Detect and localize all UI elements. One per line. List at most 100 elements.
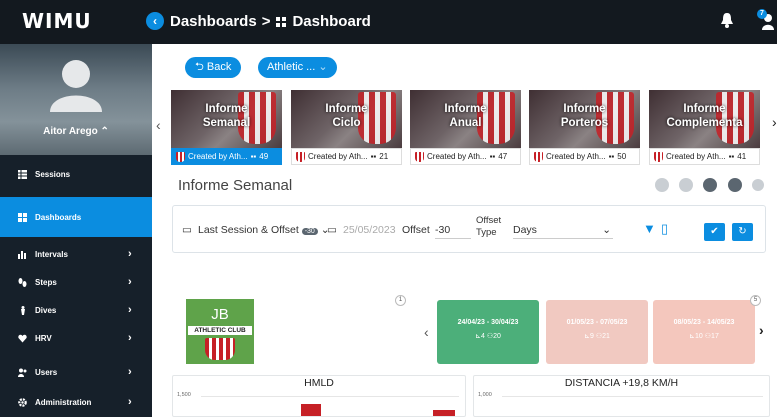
notifications-button[interactable]: 7 [754,9,774,30]
date-icon: ▭ [327,224,337,236]
sidebar-item-hrv[interactable]: HRV › [0,328,152,348]
sidebar-item-sessions[interactable]: Sessions [0,162,152,186]
chevron-down-icon: ⌄ [318,61,328,73]
table-icon [18,169,27,179]
club-crest-icon [534,151,543,162]
team-marker: 1 [395,295,406,306]
steps-icon [18,277,27,287]
date-field[interactable]: 25/05/2023 [343,224,396,236]
filter-bar: ▭ Last Session & Offset -30 ⌄ ▭ 25/05/20… [172,205,766,253]
team-logo-card[interactable]: JB ATHLETIC CLUB [186,299,254,364]
breadcrumb-current: Dashboard [292,13,371,30]
week-card[interactable]: 24/04/23 - 30/04/23 ⊾4 ⚇20 [437,300,539,364]
team-abbreviation: JB [211,306,229,323]
chevron-right-icon: › [128,276,132,288]
weeks-next-button[interactable]: › [759,322,764,338]
sidebar-item-label: Intervals [35,249,68,259]
sidebar-item-dashboards[interactable]: Dashboards [0,197,152,237]
settings-icon[interactable] [679,178,693,192]
refresh-button[interactable]: ↻ [732,223,753,241]
team-selector[interactable]: Athletic ... ⌄ [258,57,337,78]
sidebar-item-label: Users [35,367,58,377]
week-card[interactable]: 01/05/23 - 07/05/23 ⊾9 ⚇21 [546,300,648,364]
week-stats: ⊾9 ⚇21 [584,333,610,340]
sidebar-item-label: HRV [35,333,52,343]
sidebar-item-label: Dashboards [35,212,82,222]
chevron-right-icon: › [128,304,132,316]
carousel-prev-button[interactable]: ‹ [156,117,161,133]
dashboard-card-informe-ciclo[interactable]: Informe Ciclo Created by Ath... ▪▪ 21 [291,90,402,165]
share-icon[interactable] [655,178,669,192]
card-footer: Created by Ath... ▪▪ 50 [529,148,640,165]
offset-type-label: Offset Type [476,215,502,238]
club-crest-icon [205,338,235,360]
sidebar-item-dives[interactable]: Dives › [0,300,152,320]
sidebar-item-steps[interactable]: Steps › [0,272,152,292]
calendar-icon: ▭ [182,224,192,236]
carousel-next-button[interactable]: › [772,114,777,130]
card-title: Informe Anual [444,103,487,129]
club-crest-icon [415,151,424,162]
collapse-sidebar-button[interactable]: ‹ [146,12,164,30]
offset-type-select[interactable]: Days ⌄ [513,224,613,239]
page-title: Informe Semanal [178,177,293,194]
weeks-marker: 5 [750,295,761,306]
pdf-icon[interactable]: ▯ [661,221,668,237]
chevron-right-icon: › [128,248,132,260]
card-title: Informe Semanal [202,103,251,129]
chart-bar [433,410,455,416]
breadcrumb-separator: > [261,13,271,30]
layout-icon[interactable] [703,178,717,192]
sidebar-item-label: Dives [35,305,57,315]
sidebar-item-administration[interactable]: Administration › [0,392,152,412]
bell-icon[interactable] [720,12,734,28]
week-range: 24/04/23 - 30/04/23 [457,319,519,326]
card-title: Informe Porteros [560,103,609,129]
main-content: ⮌ Back Athletic ... ⌄ ‹ Informe Semanal C… [152,44,777,417]
dashboard-card-informe-semanal[interactable]: Informe Semanal Created by Ath... ▪▪ 49 [171,90,282,165]
chart-title: DISTANCIA +19,8 KM/H [564,377,679,389]
dashboard-card-informe-anual[interactable]: Informe Anual Created by Ath... ▪▪ 47 [410,90,521,165]
card-footer: Created by Ath... ▪▪ 41 [649,148,760,165]
breadcrumb: Dashboards > Dashboard [170,13,371,30]
week-card[interactable]: 08/05/23 - 14/05/23 ⊾10 ⚇17 [653,300,755,364]
user-profile-panel[interactable]: Aitor Arego ⌃ [0,44,152,155]
filter-icon[interactable]: ▼ [643,221,656,236]
user-name[interactable]: Aitor Arego ⌃ [0,126,152,137]
sidebar-item-label: Sessions [35,169,71,179]
chart-panel-hmld: HMLD 1,500 [172,375,466,417]
y-tick-label: 1,000 [478,392,492,398]
breadcrumb-dashboards[interactable]: Dashboards [170,13,257,30]
chart-bar [301,404,321,416]
sidebar-item-intervals[interactable]: Intervals › [0,244,152,264]
notification-count-badge: 7 [757,9,767,19]
grid-count-icon: ▪▪ [489,152,496,161]
chart-panel-distancia: DISTANCIA +19,8 KM/H 1,000 [473,375,770,417]
week-stats: ⊾10 ⚇17 [689,333,719,340]
chevron-right-icon: › [128,366,132,378]
card-footer: Created by Ath... ▪▪ 47 [410,148,521,165]
avatar [47,54,105,112]
forward-icon[interactable] [728,178,742,192]
wimu-logo: WIMU [22,9,92,33]
dashboard-card-informe-complementa[interactable]: Informe Complementa Created by Ath... ▪▪ 41 [649,90,760,165]
apply-button[interactable]: ✔ [704,223,725,241]
sidebar-item-users[interactable]: Users › [0,362,152,382]
grid-count-icon: ▪▪ [370,152,377,161]
link-icon[interactable] [752,179,764,191]
sidebar-item-label: Administration [35,397,92,407]
chart-title: HMLD [304,377,334,389]
session-select[interactable]: Last Session & Offset -30 ⌄ [198,224,330,236]
offset-label: Offset [402,224,430,236]
weeks-prev-button[interactable]: ‹ [424,324,429,340]
grid-count-icon: ▪▪ [608,152,615,161]
chevron-right-icon: › [128,332,132,344]
heart-icon [18,334,27,343]
chevron-down-icon: ⌄ [602,224,611,236]
offset-input[interactable]: -30 [435,224,471,239]
dashboard-card-informe-porteros[interactable]: Informe Porteros Created by Ath... ▪▪ 50 [529,90,640,165]
club-crest-icon [176,151,185,162]
dive-icon [18,305,27,315]
sidebar: Aitor Arego ⌃ Sessions Dashboards Interv… [0,44,152,417]
back-button[interactable]: ⮌ Back [185,57,242,78]
